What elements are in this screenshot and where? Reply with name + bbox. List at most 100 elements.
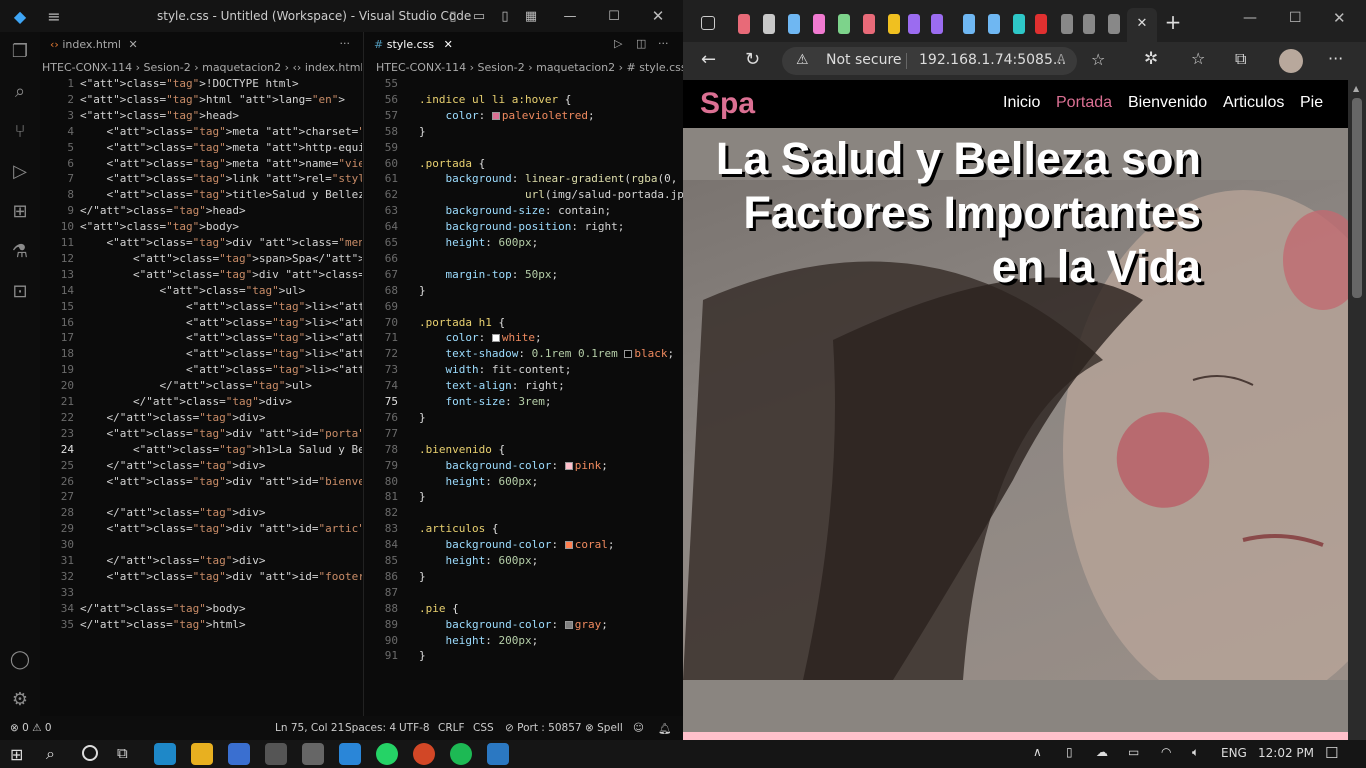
hamburger-menu-icon[interactable]: ≡ <box>44 0 64 32</box>
code-line[interactable]: background-color: gray; <box>419 617 608 633</box>
browser-tab[interactable] <box>738 14 750 34</box>
browser-tab[interactable] <box>988 14 1000 34</box>
extensions-icon[interactable]: ✲ <box>1144 49 1158 69</box>
code-line[interactable]: .bienvenido { <box>419 442 505 458</box>
code-line[interactable]: } <box>419 489 426 505</box>
code-line[interactable]: background: linear-gradient(rgba(0, <box>419 171 678 187</box>
browser-tab[interactable] <box>908 14 920 34</box>
code-line[interactable]: <"att">class="tag">li><"att">class="tag"… <box>80 362 362 378</box>
code-editor-css[interactable]: 55 56 .indice ul li a:hover {57 color: pal… <box>364 76 683 716</box>
code-line[interactable]: </"att">class="tag">ul> <box>80 378 311 394</box>
extensions-icon[interactable]: ⊞ <box>8 200 32 224</box>
feedback-icon[interactable]: ☺ <box>633 722 644 734</box>
browser-tab[interactable] <box>1108 14 1120 34</box>
code-line[interactable]: height: 600px; <box>419 235 539 251</box>
collections-icon[interactable]: ⧉ <box>1235 49 1246 69</box>
code-line[interactable]: <"att">class="tag">div "att">id="bienve"… <box>80 474 362 490</box>
code-line[interactable]: <"att">class="tag">meta "att">http-equiv… <box>80 140 362 156</box>
code-line[interactable]: <"att">class="tag">meta "att">name="view… <box>80 156 362 172</box>
avatar[interactable] <box>1279 49 1303 73</box>
browser-tab[interactable] <box>813 14 825 34</box>
code-line[interactable]: <"att">class="tag">div "att">id="footer"… <box>80 569 362 585</box>
language-mode[interactable]: CSS <box>473 722 494 734</box>
toggle-secondary-sidebar-icon[interactable]: ▯ <box>497 0 513 32</box>
task-view-icon[interactable]: ⧉ <box>117 744 128 762</box>
code-line[interactable]: background-color: coral; <box>419 537 615 553</box>
read-aloud-icon[interactable]: A <box>1057 52 1065 66</box>
photos-icon[interactable] <box>487 743 509 765</box>
refresh-icon[interactable]: ↻ <box>745 49 760 70</box>
settings-gear-icon[interactable]: ⚙ <box>8 688 32 712</box>
tab-index-html[interactable]: ‹› index.html ✕ <box>40 32 150 57</box>
code-line[interactable]: </"att">class="tag">head> <box>80 203 246 219</box>
code-line[interactable]: </"att">class="tag">div> <box>80 394 292 410</box>
scrollbar[interactable]: ▲ <box>1348 80 1366 740</box>
clock[interactable]: 12:02 PM <box>1258 746 1314 760</box>
code-line[interactable]: background-color: pink; <box>419 458 608 474</box>
code-line[interactable]: <"att">class="tag">html "att">lang="en"> <box>80 92 345 108</box>
toggle-panel-icon[interactable]: ▭ <box>471 0 487 32</box>
settings-more-icon[interactable]: ··· <box>1328 49 1343 68</box>
encoding-status[interactable]: UTF-8 <box>399 722 430 734</box>
code-line[interactable]: } <box>419 569 426 585</box>
browser-tab[interactable] <box>963 14 975 34</box>
testing-icon[interactable]: ⚗ <box>8 240 32 264</box>
breadcrumb[interactable]: HTEC-CONX-114 › Sesion-2 › maquetacion2 … <box>364 58 683 78</box>
live-server-port[interactable]: ⊘ Port : 50857 <box>505 722 582 734</box>
problems-status[interactable]: ⊗ 0 ⚠ 0 <box>10 722 52 734</box>
windows-start-icon[interactable]: ⊞ <box>10 745 23 764</box>
favorite-star-icon[interactable]: ☆ <box>1091 50 1105 69</box>
run-icon[interactable]: ▷ <box>614 37 622 50</box>
code-line[interactable]: .portada h1 { <box>419 315 505 331</box>
code-line[interactable]: text-align: right; <box>419 378 565 394</box>
file-explorer-icon[interactable] <box>191 743 213 765</box>
powerpoint-icon[interactable] <box>413 743 435 765</box>
favorites-icon[interactable]: ☆ <box>1191 49 1205 68</box>
vscode-taskbar-icon[interactable] <box>339 743 361 765</box>
code-line[interactable]: </"att">class="tag">div> <box>80 553 265 569</box>
browser-tab[interactable] <box>863 14 875 34</box>
customize-layout-icon[interactable]: ▦ <box>523 0 539 32</box>
code-line[interactable]: url(img/salud-portada.jpg <box>419 187 683 203</box>
remote-explorer-icon[interactable]: ⊡ <box>8 280 32 304</box>
notifications-icon[interactable]: 🔔︎ <box>658 722 671 735</box>
toggle-sidebar-icon[interactable]: ▯ <box>445 0 461 32</box>
browser-tab[interactable] <box>931 14 943 34</box>
tab-close-icon[interactable]: ✕ <box>128 38 137 51</box>
eol-status[interactable]: CRLF <box>438 722 465 734</box>
spotify-icon[interactable] <box>450 743 472 765</box>
split-editor-icon[interactable]: ◫ <box>636 37 646 50</box>
show-hidden-icons[interactable]: ∧ <box>1033 745 1042 759</box>
code-line[interactable]: } <box>419 648 426 664</box>
code-line[interactable]: <"att">class="tag">li><"att">class="tag"… <box>80 346 362 362</box>
code-line[interactable]: margin-top: 50px; <box>419 267 559 283</box>
code-line[interactable]: } <box>419 124 426 140</box>
code-line[interactable]: <"att">class="tag">link "att">rel="style… <box>80 171 362 187</box>
site-brand[interactable]: Spa <box>700 87 755 121</box>
browser-tab[interactable] <box>888 14 900 34</box>
tab-close-icon[interactable]: ✕ <box>444 38 453 51</box>
cursor-position[interactable]: Ln 75, Col 21 <box>275 722 344 734</box>
code-line[interactable]: .articulos { <box>419 521 498 537</box>
code-line[interactable]: } <box>419 410 426 426</box>
code-line[interactable]: <"att">class="tag">li><"att">class="tag"… <box>80 315 362 331</box>
code-line[interactable]: <"att">class="tag">li><"att">class="tag"… <box>80 299 362 315</box>
code-line[interactable]: .indice ul li a:hover { <box>419 92 571 108</box>
source-control-icon[interactable]: ⑂ <box>8 120 32 144</box>
calculator-icon[interactable] <box>265 743 287 765</box>
cortana-icon[interactable] <box>82 745 98 761</box>
security-label[interactable]: Not secure <box>826 52 902 68</box>
browser-tab[interactable] <box>788 14 800 34</box>
code-line[interactable]: </"att">class="tag">div> <box>80 410 265 426</box>
language-indicator[interactable]: ENG <box>1221 746 1247 760</box>
code-line[interactable]: </"att">class="tag">html> <box>80 617 246 633</box>
maximize-icon[interactable]: ☐ <box>1289 10 1302 26</box>
active-tab-close-icon[interactable]: ✕ <box>1127 8 1157 42</box>
search-icon[interactable]: ⌕ <box>8 80 32 104</box>
code-line[interactable]: <"att">class="tag">!DOCTYPE html> <box>80 76 299 92</box>
battery-icon[interactable]: ▭ <box>1128 745 1139 759</box>
code-line[interactable]: <"att">class="tag">div "att">id="artic" … <box>80 521 362 537</box>
address-bar[interactable]: ⚠ Not secure 192.168.1.74:5085... A <box>782 47 1077 75</box>
close-icon[interactable]: ✕ <box>1333 9 1346 27</box>
code-line[interactable]: <"att">class="tag">meta "att">charset="U… <box>80 124 362 140</box>
